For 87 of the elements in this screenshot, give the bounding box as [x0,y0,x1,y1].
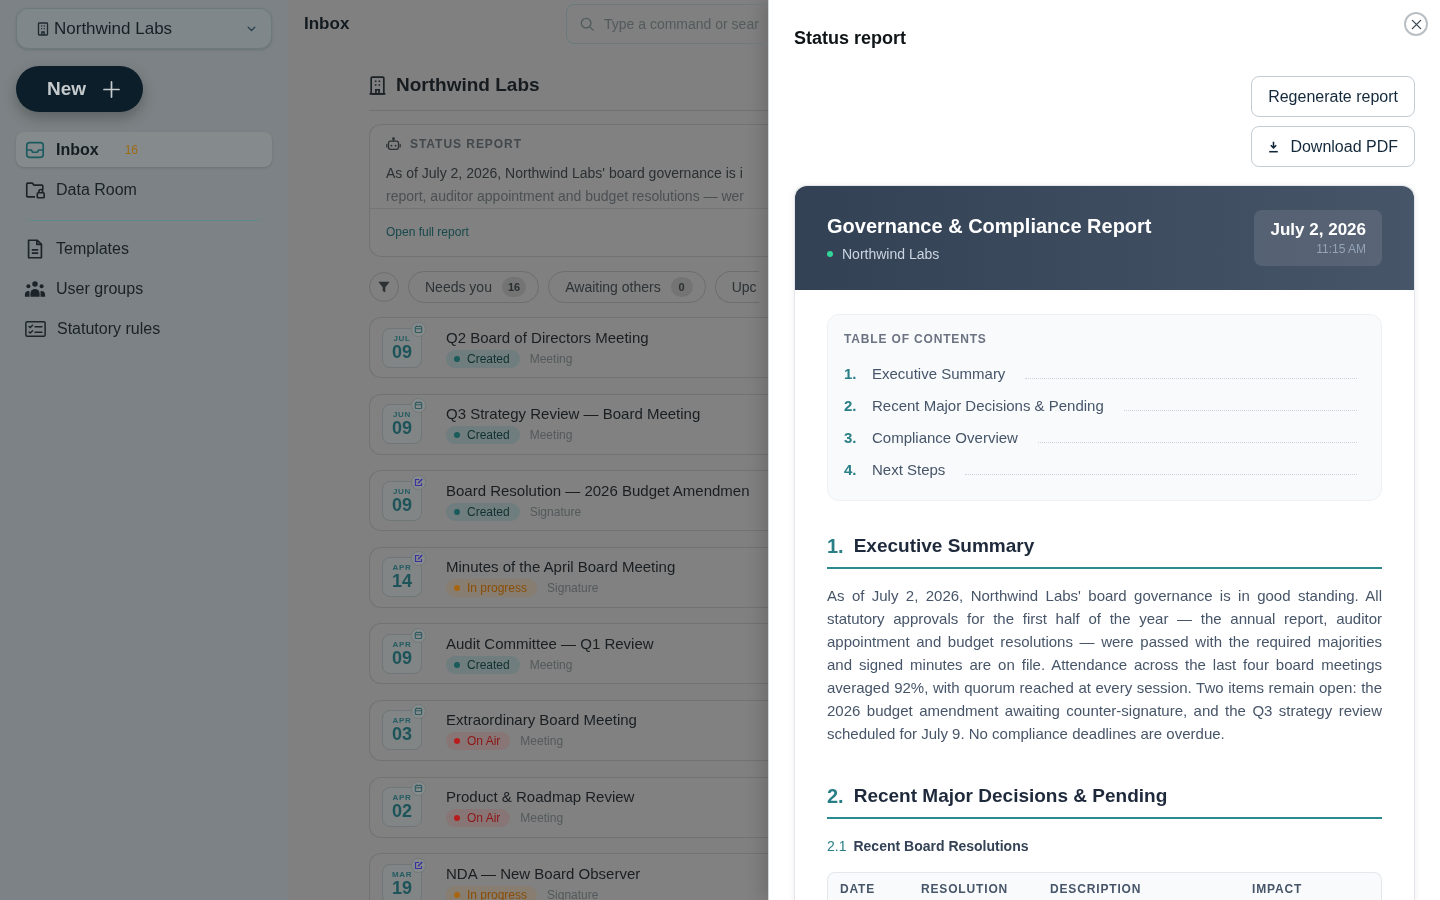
status-label: On Air [467,811,501,826]
item-title: Q3 Strategy Review — Board Meeting [446,404,701,425]
building-icon [369,75,386,95]
nav-item[interactable]: Inbox 16 [16,132,272,167]
toc-link[interactable]: 2. Recent Major Decisions & Pending [844,390,1357,422]
date-day: 09 [392,342,412,362]
date-month: APR [392,716,412,726]
date-month: APR [392,793,412,803]
panel-title: Status report [794,27,907,49]
section-title: Executive Summary [853,534,1035,558]
date-day: 19 [392,878,412,898]
org-heading: Northwind Labs [396,73,540,97]
status-label: Created [467,657,510,672]
status-label: STATUS REPORT [410,136,523,152]
close-icon [1410,18,1422,30]
calendar-icon [411,704,426,720]
column-header: DESCRIPTION [1049,881,1143,897]
calendar-icon [411,781,426,797]
item-title: Extraordinary Board Meeting [446,710,637,731]
page-title: Inbox [304,13,350,36]
date-month: JUN [393,486,411,496]
item-title: Minutes of the April Board Meeting [446,557,676,578]
nav-item[interactable]: Templates [16,231,272,266]
count-badge: 0 [670,277,693,297]
report-date: July 2, 2026 [1270,219,1366,241]
toc-link[interactable]: 4. Next Steps [844,454,1357,486]
column-header: RESOLUTION [920,881,1010,897]
filter-icon [377,280,391,294]
column-header: IMPACT [1251,881,1304,897]
date-month: APR [392,639,412,649]
toc-heading: TABLE OF CONTENTS [844,331,988,347]
org-selector[interactable]: Northwind Labs [16,8,272,49]
status-label: Created [467,351,510,366]
chevron-down-icon [247,25,256,32]
pen-icon [411,857,426,873]
calendar-icon [411,321,426,337]
date-day: 03 [392,725,412,745]
report-time: 11:15 AM [1316,241,1366,257]
section-number: 2. [827,784,844,809]
nav-item[interactable]: User groups [16,271,272,306]
pen-icon [411,474,426,490]
report-organization: Northwind Labs [842,245,940,264]
date-day: 09 [392,648,412,668]
date-month: JUN [393,410,411,420]
report-title: Governance & Compliance Report [827,214,1152,239]
pen-icon [411,551,426,567]
item-title: Board Resolution — 2026 Budget Amendmen [446,480,750,501]
robot-icon [386,137,401,151]
building-icon [37,21,49,36]
section-paragraph: As of July 2, 2026, Northwind Labs' board governance is in good standing. All statutory approvals for the first half of the year — the annual report, auditor appointment and budget resolutions — were passed with the required majorities and signed minutes are on file. Attendance across the last four board meetings averaged 92%, with quorum reached at every session. Two items remain open: the 2026 budget amendment awaiting counter-signature, and the Q3 strategy review scheduled for July 9. No compliance deadlines are overdue. [827,586,1382,744]
column-header: DATE [839,881,877,897]
status-label: In progress [467,581,528,596]
date-day: 02 [392,802,412,822]
date-day: 09 [392,495,412,515]
plus-icon [103,80,121,98]
unread-count: 16 [124,141,139,159]
item-title: Q2 Board of Directors Meeting [446,327,649,348]
count-badge: 16 [501,277,527,297]
regenerate-button[interactable]: Regenerate report [1251,76,1415,117]
nav-item[interactable]: Statutory rules [16,311,272,346]
download-icon [1268,140,1280,153]
close-button[interactable] [1404,12,1428,36]
date-month: APR [392,563,412,573]
section-number: 1. [827,534,844,559]
open-report-link[interactable]: Open full report [386,224,469,240]
status-label: Created [467,428,510,443]
item-title: Audit Committee — Q1 Review [446,633,654,654]
nav-item[interactable]: Data Room [16,172,272,207]
status-label: On Air [467,734,501,749]
status-label: Created [467,504,510,519]
calendar-icon [411,398,426,414]
toc-link[interactable]: 1. Executive Summary [844,358,1357,390]
report-excerpt: As of July 2, 2026, Northwind Labs' board governance is i [386,164,744,183]
date-day: 09 [392,419,412,439]
new-button[interactable]: New [16,66,143,112]
search-icon [580,17,594,31]
date-month: JUL [393,333,411,343]
subsection-title: Recent Board Resolutions [853,837,1029,856]
toc-link[interactable]: 3. Compliance Overview [844,422,1357,454]
date-month: MAR [391,869,413,879]
download-button[interactable]: Download PDF [1251,126,1415,167]
date-day: 14 [392,572,412,592]
item-title: Product & Roadmap Review [446,787,635,808]
subsection-number: 2.1 [827,837,847,856]
section-title: Recent Major Decisions & Pending [853,784,1168,808]
calendar-icon [411,627,426,643]
item-title: NDA — New Board Observer [446,863,641,884]
